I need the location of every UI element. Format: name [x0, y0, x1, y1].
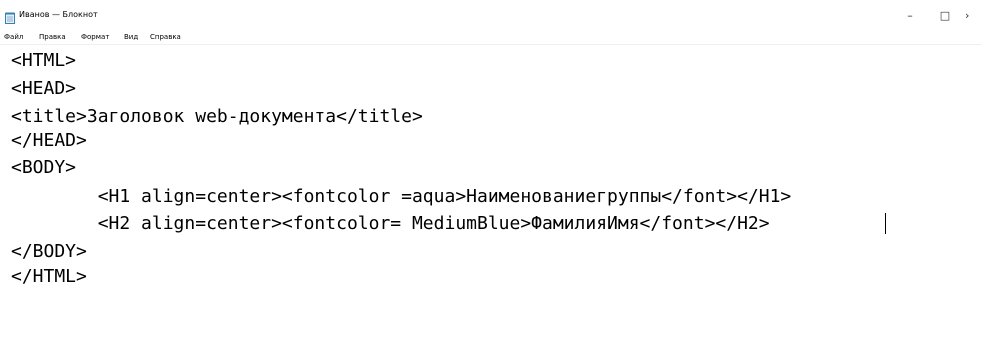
text-line: <H2 align=center><fontcolor= MediumBlue>… [11, 213, 770, 234]
text-line: </HTML> [11, 266, 87, 287]
text-line: <title>Заголовок web-документа</title> [11, 106, 423, 127]
maximize-button[interactable]: □ [930, 4, 960, 26]
text-line: <HEAD> [11, 78, 77, 99]
text-line: <H1 align=center><fontcolor =aqua>Наимен… [11, 186, 792, 207]
text-line: </HEAD> [11, 130, 87, 151]
notepad-window: Иванов — Блокнот – □ › Файл Правка Форма… [0, 0, 982, 345]
menu-item-format[interactable]: Формат [81, 33, 109, 42]
menu-bar: Файл Правка Формат Вид Справка [0, 30, 982, 44]
window-title: Иванов — Блокнот [19, 10, 98, 19]
menu-item-help[interactable]: Справка [150, 33, 181, 42]
notepad-icon [5, 9, 15, 24]
title-bar[interactable]: Иванов — Блокнот – □ › [0, 0, 982, 30]
minimize-button[interactable]: – [895, 4, 925, 26]
text-editor-area[interactable]: <HTML> <HEAD> <title>Заголовок web-докум… [0, 45, 982, 345]
menu-item-view[interactable]: Вид [124, 33, 138, 42]
text-caret [885, 213, 886, 234]
text-line: <HTML> [11, 50, 77, 71]
menu-item-edit[interactable]: Правка [39, 33, 66, 42]
text-line: <BODY> [11, 157, 77, 178]
text-line: </BODY> [11, 241, 87, 262]
menu-item-file[interactable]: Файл [4, 33, 23, 42]
close-button[interactable]: › [965, 4, 982, 26]
